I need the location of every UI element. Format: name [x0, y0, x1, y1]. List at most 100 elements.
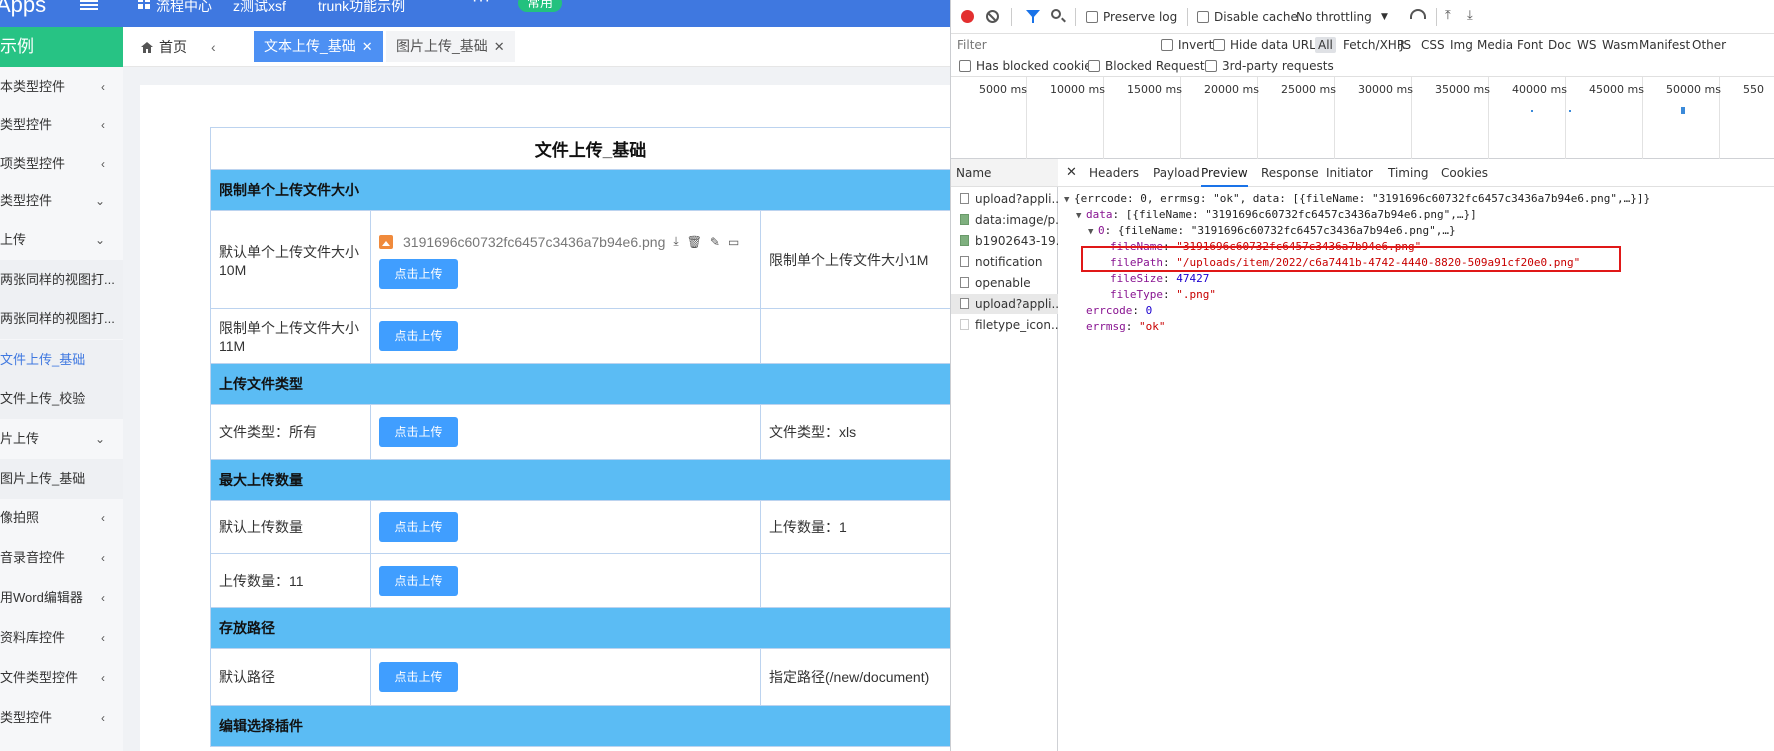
upload-button[interactable]: 点击上传 — [379, 321, 458, 351]
request-row-selected[interactable]: upload?appli... — [951, 294, 1058, 314]
close-icon[interactable]: ✕ — [1066, 165, 1077, 180]
upload-button[interactable]: 点击上传 — [379, 258, 458, 289]
filter-type-img[interactable]: Img — [1447, 37, 1476, 53]
json-data-line[interactable]: ▼ data: [{fileName: "3191696c60732fc6457c… — [1064, 207, 1774, 223]
disable-cache-checkbox[interactable] — [1197, 11, 1209, 23]
filter-icon[interactable] — [1026, 10, 1040, 23]
tab-preview[interactable]: Preview — [1201, 159, 1248, 187]
edit-icon[interactable]: ✎ — [710, 235, 720, 249]
section-header: 编辑选择插件 — [209, 705, 950, 747]
request-row[interactable]: b1902643-19... — [951, 231, 1058, 251]
download-icon[interactable]: ⤓ — [673, 234, 678, 249]
request-row[interactable]: filetype_icon.... — [951, 315, 1058, 335]
expand-triangle-icon[interactable]: ▼ — [1064, 192, 1074, 208]
sidebar-subitem[interactable]: 两张同样的视图打... — [0, 260, 123, 300]
close-icon[interactable]: ✕ — [362, 39, 373, 54]
request-row[interactable]: openable — [951, 273, 1058, 293]
sidebar-item[interactable]: 类型控件 ‹ — [0, 698, 123, 738]
filter-type-ws[interactable]: WS — [1574, 37, 1599, 53]
sidebar-item[interactable]: 类型控件 ‹ — [0, 105, 123, 145]
download-icon[interactable]: ⤓ — [1467, 8, 1473, 23]
uploaded-file-name[interactable]: 3191696c60732fc6457c3436a7b94e6.png — [403, 234, 665, 250]
sidebar-item[interactable]: 用Word编辑器 ‹ — [0, 578, 123, 618]
tab-image-upload-basic[interactable]: 图片上传_基础 ✕ — [386, 31, 515, 62]
record-icon[interactable] — [961, 10, 974, 23]
tab-file-upload-basic[interactable]: 文本上传_基础 ✕ — [254, 31, 383, 62]
timeline-tick: 45000 ms — [1589, 83, 1644, 96]
preserve-log-checkbox[interactable] — [1086, 11, 1098, 23]
field-label: 默认上传数量 — [210, 500, 371, 554]
upload-button[interactable]: 点击上传 — [379, 512, 458, 542]
upload-icon[interactable]: ⤒ — [1445, 8, 1451, 23]
chevron-down-icon[interactable]: ▼ — [1381, 12, 1388, 22]
hide-data-urls-checkbox[interactable] — [1213, 39, 1225, 51]
folder-icon[interactable]: ▭ — [728, 235, 739, 249]
sidebar-item-image-upload[interactable]: 片上传 ⌄ — [0, 419, 123, 459]
json-root-line[interactable]: ▼ {errcode: 0, errmsg: "ok", data: [{file… — [1064, 191, 1774, 207]
tab-timing[interactable]: Timing — [1388, 159, 1429, 187]
sidebar-item[interactable]: 像拍照 ‹ — [0, 498, 123, 538]
sidebar-item[interactable]: 文件类型控件 ‹ — [0, 658, 123, 698]
search-icon[interactable] — [1051, 9, 1061, 19]
upload-button[interactable]: 点击上传 — [379, 417, 458, 447]
filter-type-js[interactable]: JS — [1397, 37, 1414, 53]
tab-scroll-left-button[interactable]: ‹ — [211, 27, 216, 67]
delete-icon[interactable]: 🗑 — [687, 235, 702, 249]
json-item-line[interactable]: ▼ 0: {fileName: "3191696c60732fc6457c3436… — [1064, 223, 1774, 239]
tab-cookies[interactable]: Cookies — [1441, 159, 1488, 187]
more-menu[interactable]: ··· — [472, 0, 491, 10]
sidebar-item[interactable]: 项类型控件 ‹ — [0, 144, 123, 184]
network-conditions-icon[interactable] — [1410, 9, 1426, 19]
filter-type-media[interactable]: Media — [1474, 37, 1516, 53]
filter-type-manifest[interactable]: Manifest — [1636, 37, 1693, 53]
sidebar-subitem-file-upload-validate[interactable]: 文件上传_校验 — [0, 379, 123, 419]
tab-payload[interactable]: Payload — [1153, 159, 1200, 187]
blocked-requests-checkbox[interactable] — [1088, 60, 1100, 72]
filter-type-other[interactable]: Other — [1689, 37, 1729, 53]
filter-type-css[interactable]: CSS — [1418, 37, 1448, 53]
document-icon — [960, 298, 969, 309]
upload-button[interactable]: 点击上传 — [379, 662, 458, 692]
request-row[interactable]: upload?appli... — [951, 189, 1058, 209]
tab-initiator[interactable]: Initiator — [1326, 159, 1373, 187]
request-row[interactable]: notification — [951, 252, 1058, 272]
expand-triangle-icon[interactable]: ▼ — [1088, 224, 1098, 240]
third-party-checkbox[interactable] — [1205, 60, 1217, 72]
tab-response[interactable]: Response — [1261, 159, 1319, 187]
filter-input[interactable] — [957, 36, 1107, 54]
json-filesize-line: fileSize: 47427 — [1110, 272, 1210, 285]
filter-type-font[interactable]: Font — [1514, 37, 1546, 53]
sidebar-item-upload[interactable]: 上传 ⌄ — [0, 220, 123, 260]
sidebar: 本类型控件 ‹ 类型控件 ‹ 项类型控件 ‹ 类型控件 ⌄ 上传 ⌄ 两张同样的视图打..… — [0, 67, 123, 751]
field-label: 文件类型：xls — [759, 404, 950, 460]
name-column-header[interactable]: Name — [951, 159, 1058, 187]
nav-trunk-demo[interactable]: trunk功能示例 — [318, 0, 405, 16]
clear-icon[interactable] — [986, 10, 999, 23]
invert-checkbox[interactable] — [1161, 39, 1173, 51]
tab-headers[interactable]: Headers — [1089, 159, 1139, 187]
field-label: 上传数量：1 — [759, 500, 950, 554]
upload-button[interactable]: 点击上传 — [379, 565, 458, 596]
sidebar-item[interactable]: 音录音控件 ‹ — [0, 538, 123, 578]
sidebar-item[interactable]: 本类型控件 ‹ — [0, 67, 123, 107]
sidebar-item[interactable]: 资料库控件 ‹ — [0, 618, 123, 658]
sidebar-subitem-file-upload-basic[interactable]: 文件上传_基础 — [0, 340, 123, 380]
timeline-overview[interactable]: 5000 ms 10000 ms 15000 ms 20000 ms 25000… — [951, 77, 1774, 159]
tab-home[interactable]: 首页 — [141, 27, 187, 67]
throttling-select[interactable]: No throttling — [1296, 10, 1372, 24]
sidebar-subitem-image-upload-basic[interactable]: 图片上传_基础 — [0, 459, 123, 499]
close-icon[interactable]: ✕ — [494, 39, 505, 54]
request-row[interactable]: data:image/p... — [951, 210, 1058, 230]
filter-type-doc[interactable]: Doc — [1545, 37, 1574, 53]
menu-toggle-icon[interactable] — [80, 0, 98, 12]
sidebar-item[interactable]: 类型控件 ⌄ — [0, 181, 123, 221]
nav-flow-center[interactable]: 流程中心 — [156, 0, 212, 16]
blocked-cookies-checkbox[interactable] — [959, 60, 971, 72]
sidebar-subitem[interactable]: 两张同样的视图打... — [0, 299, 123, 339]
common-badge[interactable]: 常用 — [518, 0, 563, 12]
nav-test-xsf[interactable]: z测试xsf — [233, 0, 286, 16]
expand-triangle-icon[interactable]: ▼ — [1076, 208, 1086, 224]
timeline-request-mark — [1681, 107, 1685, 114]
field-label: 上传数量：11 — [210, 553, 371, 608]
filter-type-all[interactable]: All — [1315, 37, 1336, 53]
